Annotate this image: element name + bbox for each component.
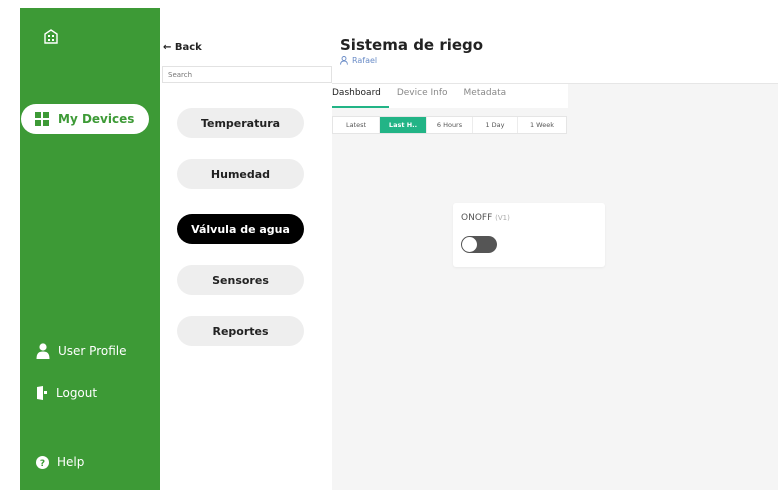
toggle-knob — [462, 237, 477, 252]
widget-pin: (V1) — [495, 214, 510, 222]
device-owner[interactable]: Rafael — [340, 56, 377, 65]
range-1-week[interactable]: 1 Week — [518, 117, 566, 133]
time-range-selector: Latest Last H.. 6 Hours 1 Day 1 Week — [332, 116, 567, 134]
back-button[interactable]: ← Back — [163, 42, 202, 53]
sidebar-item-label: User Profile — [58, 344, 127, 358]
switch-widget: ONOFF (V1) — [453, 203, 605, 267]
tab-device-info[interactable]: Device Info — [389, 84, 456, 108]
range-last-hour[interactable]: Last H.. — [380, 117, 427, 133]
widget-name: ONOFF — [461, 213, 493, 223]
sidebar-item-label: Logout — [56, 386, 98, 400]
menu-item-reportes[interactable]: Reportes — [177, 316, 304, 346]
tab-dashboard[interactable]: Dashboard — [332, 84, 389, 108]
page-title: Sistema de riego — [340, 36, 484, 54]
menu-item-sensores[interactable]: Sensores — [177, 265, 304, 295]
onoff-toggle[interactable] — [461, 236, 497, 253]
app-frame: My Devices User Profile Logout ? Help ← … — [0, 0, 778, 490]
door-exit-icon — [37, 386, 47, 400]
sidebar-item-help[interactable]: ? Help — [36, 455, 84, 469]
question-icon: ? — [36, 455, 49, 469]
widget-title: ONOFF (V1) — [461, 213, 510, 223]
sidebar: My Devices User Profile Logout ? Help — [20, 8, 160, 490]
user-icon — [36, 343, 50, 359]
range-latest[interactable]: Latest — [333, 117, 380, 133]
tab-bar: Dashboard Device Info Metadata — [332, 84, 568, 108]
grid-icon — [35, 112, 49, 126]
sidebar-item-label: My Devices — [58, 112, 135, 126]
menu-item-temperatura[interactable]: Temperatura — [177, 108, 304, 138]
owner-name: Rafael — [352, 56, 378, 65]
search-input[interactable] — [162, 66, 332, 83]
user-outline-icon — [340, 56, 348, 65]
svg-text:?: ? — [40, 459, 45, 469]
sidebar-item-user-profile[interactable]: User Profile — [36, 343, 126, 359]
menu-item-valvula-de-agua[interactable]: Válvula de agua — [177, 214, 304, 244]
sidebar-item-my-devices[interactable]: My Devices — [21, 104, 149, 134]
building-logo-icon[interactable] — [42, 28, 60, 44]
range-1-day[interactable]: 1 Day — [473, 117, 518, 133]
menu-item-humedad[interactable]: Humedad — [177, 159, 304, 189]
sidebar-item-logout[interactable]: Logout — [36, 386, 97, 400]
range-6-hours[interactable]: 6 Hours — [427, 117, 473, 133]
tab-metadata[interactable]: Metadata — [456, 84, 515, 108]
main-panel: Sistema de riego Rafael Dashboard Device… — [332, 8, 778, 490]
device-menu: ← Back Temperatura Humedad Válvula de ag… — [160, 8, 332, 490]
device-header: Sistema de riego Rafael — [332, 8, 778, 84]
sidebar-item-label: Help — [57, 455, 85, 469]
